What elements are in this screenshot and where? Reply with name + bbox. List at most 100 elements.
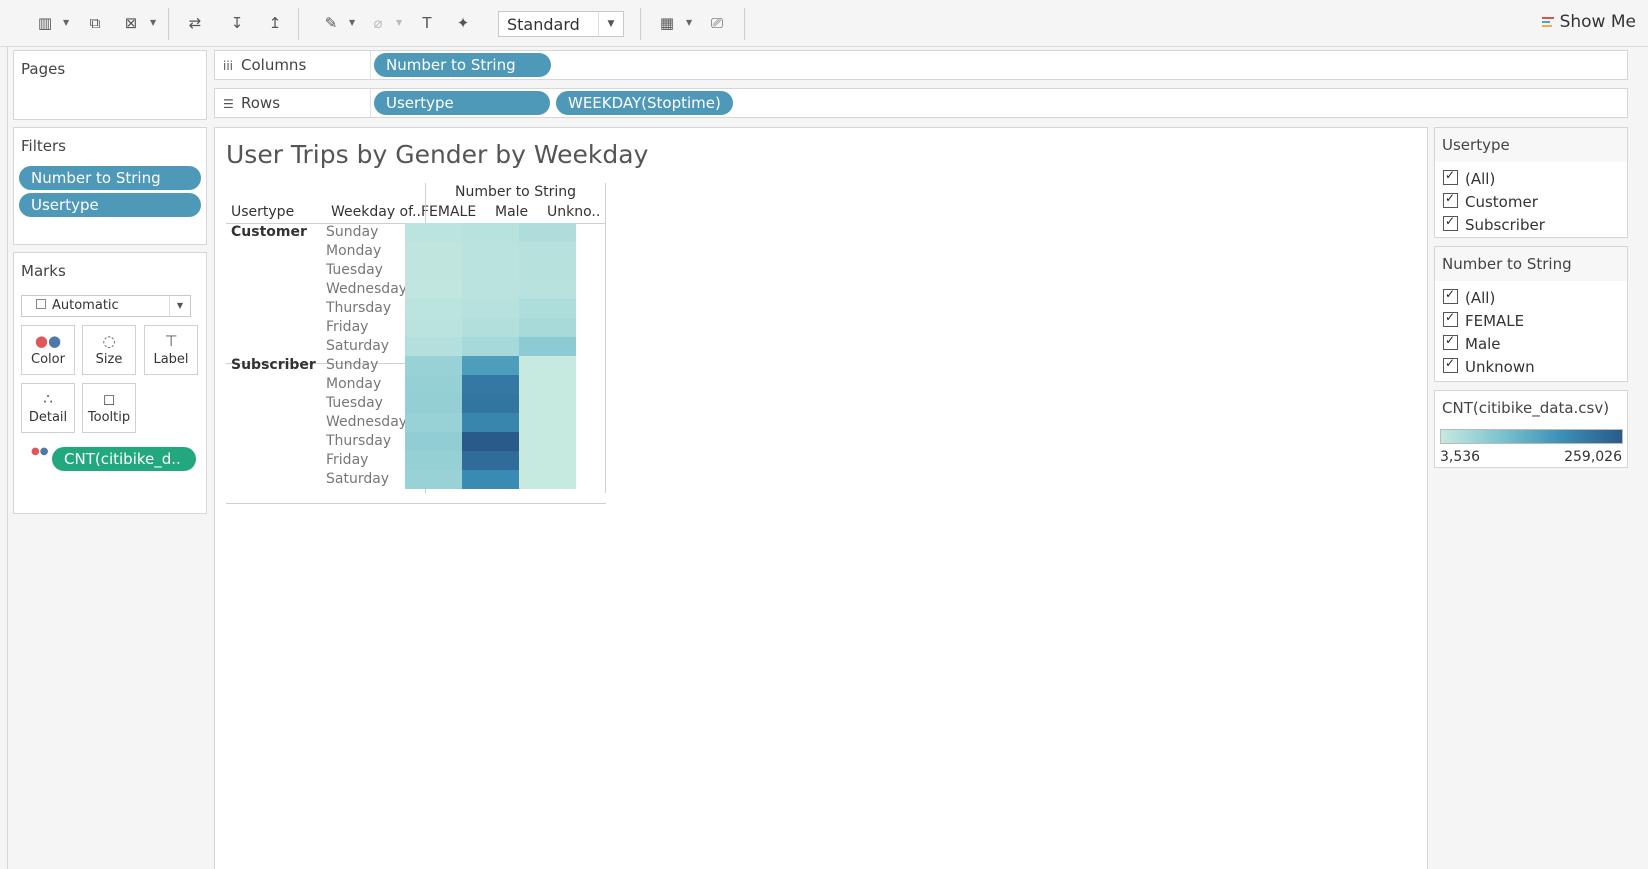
heatmap-cell[interactable]	[405, 356, 462, 375]
columns-pill-number-to-string[interactable]: Number to String	[374, 53, 551, 77]
fit-dropdown[interactable]: Standard ▼	[498, 11, 624, 37]
group-icon: ⌀	[373, 14, 383, 32]
show-cards-icon[interactable]: ▦	[656, 12, 678, 34]
pages-card[interactable]: Pages	[13, 50, 207, 120]
clear-sheet-icon[interactable]: ⊠	[120, 12, 142, 34]
checkbox-female[interactable]: FEMALE	[1443, 310, 1524, 330]
show-me-button[interactable]: Show Me	[1541, 12, 1636, 32]
heatmap-cell[interactable]	[405, 223, 462, 242]
heatmap-cell[interactable]	[519, 337, 576, 356]
highlight-icon[interactable]: ✎	[320, 12, 342, 34]
show-mark-labels-icon[interactable]: T	[416, 12, 438, 34]
new-worksheet-icon[interactable]: ▥	[34, 12, 56, 34]
presentation-icon[interactable]: ⎚	[706, 12, 728, 34]
row-label-weekday: Thursday	[326, 433, 392, 449]
color-ramp	[1440, 429, 1623, 444]
sort-ascending-icon[interactable]: ↧	[226, 12, 248, 34]
rows-pill-usertype[interactable]: Usertype	[374, 91, 550, 115]
detail-label: Detail	[28, 410, 68, 425]
filters-title: Filters	[21, 137, 66, 155]
row-label-weekday: Sunday	[326, 224, 379, 240]
label-label: Label	[153, 352, 189, 367]
chevron-down-icon[interactable]: ▼	[686, 12, 692, 34]
heatmap-cell[interactable]	[462, 432, 519, 451]
detail-button[interactable]: ∴ Detail	[21, 383, 75, 433]
rows-label: Rows	[241, 94, 281, 112]
size-label: Size	[95, 352, 123, 367]
heatmap-cell[interactable]	[405, 432, 462, 451]
checkbox-gender-all[interactable]: (All)	[1443, 287, 1495, 307]
checkbox-label: Unknown	[1465, 358, 1535, 376]
heatmap-cell[interactable]	[462, 318, 519, 337]
chevron-down-icon[interactable]: ▼	[150, 12, 156, 34]
heatmap-cell[interactable]	[519, 356, 576, 375]
heatmap-cell[interactable]	[462, 451, 519, 470]
toolbar-divider	[640, 8, 641, 40]
heatmap-cell[interactable]	[462, 337, 519, 356]
duplicate-icon[interactable]: ⧉	[84, 12, 106, 34]
heatmap-cell[interactable]	[519, 318, 576, 337]
heatmap-cell[interactable]	[519, 299, 576, 318]
heatmap-cell[interactable]	[405, 318, 462, 337]
column-header-female: FEMALE	[421, 204, 477, 220]
heatmap-cell[interactable]	[462, 242, 519, 261]
size-icon: ◌	[102, 332, 116, 350]
mark-type-dropdown[interactable]: Automatic ▼	[21, 295, 191, 317]
heatmap-cell[interactable]	[519, 375, 576, 394]
size-button[interactable]: ◌ Size	[82, 325, 136, 375]
filter-pill-usertype[interactable]: Usertype	[19, 193, 201, 217]
checkbox-checked-icon	[1443, 287, 1458, 304]
heatmap-cell[interactable]	[519, 432, 576, 451]
heatmap-cell[interactable]	[462, 223, 519, 242]
filters-card[interactable]: Filters Number to String Usertype	[13, 127, 207, 245]
checkbox-subscriber[interactable]: Subscriber	[1443, 214, 1545, 234]
label-button[interactable]: ⊤ Label	[144, 325, 198, 375]
chevron-down-icon[interactable]: ▼	[63, 12, 69, 34]
heatmap-cell[interactable]	[519, 280, 576, 299]
heatmap-cell[interactable]	[519, 470, 576, 489]
heatmap-cell[interactable]	[405, 242, 462, 261]
pin-icon[interactable]: ✦	[452, 12, 474, 34]
pages-title: Pages	[21, 60, 66, 78]
rows-pill-weekday[interactable]: WEEKDAY(Stoptime)	[556, 91, 733, 115]
heatmap-cell[interactable]	[462, 375, 519, 394]
filter-pill-number-to-string[interactable]: Number to String	[19, 166, 201, 190]
heatmap-cell[interactable]	[519, 394, 576, 413]
heatmap-cell[interactable]	[462, 299, 519, 318]
checkbox-usertype-all[interactable]: (All)	[1443, 168, 1495, 188]
chevron-down-icon[interactable]: ▼	[349, 12, 355, 34]
checkbox-label: Customer	[1465, 193, 1538, 211]
row-label-weekday: Friday	[326, 319, 369, 335]
heatmap-cell[interactable]	[519, 223, 576, 242]
heatmap-cell[interactable]	[405, 299, 462, 318]
checkbox-unknown[interactable]: Unknown	[1443, 356, 1535, 376]
marks-field-pill[interactable]: CNT(citibike_d..	[52, 447, 196, 471]
swap-rows-columns-icon[interactable]: ⇄	[184, 12, 206, 34]
heatmap-cell[interactable]	[519, 413, 576, 432]
rows-shelf[interactable]: ☰ Rows Usertype WEEKDAY(Stoptime)	[214, 88, 1628, 118]
heatmap-cell[interactable]	[462, 261, 519, 280]
heatmap-cell[interactable]	[519, 261, 576, 280]
heatmap-cell[interactable]	[405, 375, 462, 394]
heatmap-cell[interactable]	[519, 242, 576, 261]
heatmap-cell[interactable]	[405, 280, 462, 299]
checkbox-male[interactable]: Male	[1443, 333, 1501, 353]
color-button[interactable]: ●● Color	[21, 325, 75, 375]
heatmap-cell[interactable]	[462, 356, 519, 375]
heatmap-cell[interactable]	[405, 261, 462, 280]
heatmap-cell[interactable]	[462, 394, 519, 413]
heatmap-cell[interactable]	[405, 470, 462, 489]
heatmap-cell[interactable]	[519, 451, 576, 470]
sort-descending-icon[interactable]: ↥	[264, 12, 286, 34]
heatmap-cell[interactable]	[405, 451, 462, 470]
heatmap-cell[interactable]	[462, 413, 519, 432]
tooltip-button[interactable]: ◻ Tooltip	[82, 383, 136, 433]
heatmap-cell[interactable]	[462, 280, 519, 299]
heatmap-cell[interactable]	[405, 394, 462, 413]
heatmap-cell[interactable]	[462, 470, 519, 489]
row-group-label-customer: Customer	[231, 224, 307, 240]
columns-shelf[interactable]: iii Columns Number to String	[214, 50, 1628, 80]
heatmap-cell[interactable]	[405, 337, 462, 356]
heatmap-cell[interactable]	[405, 413, 462, 432]
checkbox-customer[interactable]: Customer	[1443, 191, 1538, 211]
